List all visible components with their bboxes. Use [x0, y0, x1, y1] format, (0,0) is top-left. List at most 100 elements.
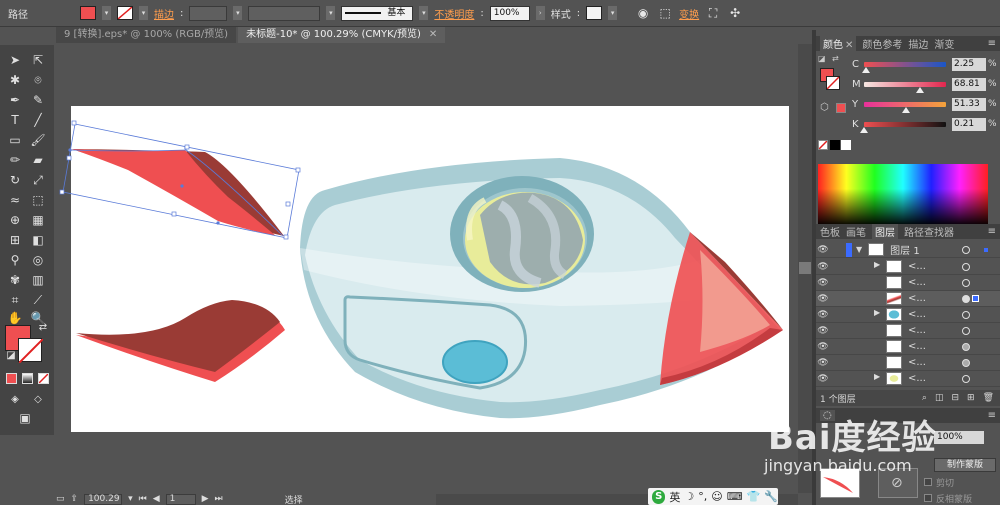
line-tool-icon[interactable]: ╱ [29, 111, 47, 129]
more-options-icon[interactable]: ✣ [727, 5, 743, 21]
visibility-eye-icon[interactable]: 👁 [816, 310, 830, 320]
none-swatch[interactable] [818, 140, 828, 150]
visibility-eye-icon[interactable]: 👁 [816, 374, 830, 384]
paintbrush-tool-icon[interactable]: 🖌 [29, 131, 47, 149]
vertical-scroll-thumb[interactable] [799, 262, 811, 274]
last-page-icon[interactable]: ⏭ [215, 494, 223, 504]
magenta-slider[interactable] [864, 81, 946, 93]
out-of-gamut-icon[interactable]: ⬡ [820, 102, 829, 113]
layer-row[interactable]: 👁 ▼ 图层 1 [816, 242, 1000, 258]
magenta-value[interactable]: 68.81 [952, 77, 986, 91]
eyedropper-tool-icon[interactable]: ⚲ [6, 251, 24, 269]
upper-fin[interactable] [72, 149, 284, 236]
warp-tool-icon[interactable]: ≈ [6, 191, 24, 209]
default-colors-icon[interactable]: ◪ [2, 347, 20, 365]
eraser-tool-icon[interactable]: ▰ [29, 151, 47, 169]
tab-pathfinder[interactable]: 路径查找器 [904, 224, 954, 239]
cyan-slider-thumb[interactable] [861, 66, 870, 73]
target-icon[interactable] [962, 311, 970, 319]
fill-dropdown[interactable]: ▾ [102, 6, 111, 20]
align-icon[interactable]: ⬚ [657, 5, 673, 21]
visibility-eye-icon[interactable]: 👁 [816, 294, 830, 304]
punctuation-icon[interactable]: °, [698, 490, 707, 503]
sogou-icon[interactable]: S [652, 489, 666, 504]
isolate-icon[interactable]: ⛶ [705, 5, 721, 21]
expand-arrow-icon[interactable]: ▶ [874, 260, 880, 269]
moon-icon[interactable]: ☽ [684, 490, 694, 503]
magic-wand-tool-icon[interactable]: ✱ [6, 71, 24, 89]
screen-mode-icon[interactable]: ▣ [16, 409, 34, 427]
prev-page-icon[interactable]: ◀ [153, 494, 160, 504]
draw-normal-icon[interactable]: ◈ [6, 391, 24, 409]
tab-gradient[interactable]: 渐变 [934, 36, 954, 51]
free-transform-tool-icon[interactable]: ⬚ [29, 191, 47, 209]
symbol-sprayer-tool-icon[interactable]: ✾ [6, 271, 24, 289]
expand-arrow-icon[interactable]: ▶ [874, 372, 880, 381]
swap-colors-icon[interactable]: ⇄ [34, 319, 52, 337]
sublayer-row[interactable]: 👁 <... [816, 275, 1000, 291]
visibility-eye-icon[interactable]: 👁 [816, 262, 830, 272]
expand-arrow-icon[interactable]: ▶ [874, 308, 880, 317]
target-icon[interactable] [962, 327, 970, 335]
curvature-tool-icon[interactable]: ✎ [29, 91, 47, 109]
sublayer-row[interactable]: 👁 ▶ <... [816, 307, 1000, 323]
mini-swatch[interactable] [836, 103, 846, 113]
type-tool-icon[interactable]: T [6, 111, 24, 129]
stroke-color-box[interactable] [18, 338, 44, 364]
visibility-eye-icon[interactable]: 👁 [816, 326, 830, 336]
lasso-tool-icon[interactable]: ⌾ [29, 71, 47, 89]
layer-name[interactable]: 图层 1 [890, 242, 920, 257]
stroke-swatch[interactable] [117, 6, 133, 20]
export-icon[interactable]: ⇪ [71, 494, 79, 504]
panel-menu-icon[interactable]: ≡ [988, 226, 1000, 237]
column-graph-tool-icon[interactable]: ▥ [29, 271, 47, 289]
mesh-tool-icon[interactable]: ⊞ [6, 231, 24, 249]
variable-width-dropdown[interactable]: ▾ [326, 6, 336, 20]
target-icon[interactable] [962, 359, 970, 367]
gradient-mode-button[interactable] [22, 373, 33, 384]
black-slider-thumb[interactable] [860, 126, 869, 133]
tab-document-2[interactable]: 未标题-10* @ 100.29% (CMYK/预览) ✕ [238, 27, 446, 43]
visibility-eye-icon[interactable]: 👁 [816, 245, 830, 255]
selection-tool-icon[interactable]: ➤ [6, 51, 24, 69]
perspective-grid-tool-icon[interactable]: ▦ [29, 211, 47, 229]
default-colors-icon[interactable]: ◪ [818, 54, 826, 63]
target-icon[interactable] [962, 295, 970, 303]
tools-icon[interactable]: 🔧 [764, 490, 778, 503]
brush-profile-dropdown[interactable]: ▾ [419, 6, 429, 20]
graphic-style-dropdown[interactable]: ▾ [608, 6, 618, 20]
rotate-tool-icon[interactable]: ↻ [6, 171, 24, 189]
blend-tool-icon[interactable]: ◎ [29, 251, 47, 269]
visibility-eye-icon[interactable]: 👁 [816, 278, 830, 288]
slice-tool-icon[interactable]: ⟋ [29, 291, 47, 309]
variable-width-field[interactable] [248, 5, 321, 21]
selected-art-indicator[interactable] [972, 295, 979, 302]
yellow-slider[interactable] [864, 101, 946, 113]
tab-layers[interactable]: 图层 [872, 224, 898, 239]
color-mode-button[interactable] [6, 373, 17, 384]
fill-swatch[interactable] [80, 6, 96, 20]
stroke-weight-field[interactable] [189, 5, 228, 21]
transform-link[interactable]: 变换 [679, 6, 699, 21]
opacity-stepper[interactable]: › [535, 6, 545, 20]
graphic-style-swatch[interactable] [586, 6, 603, 20]
yellow-slider-thumb[interactable] [902, 106, 911, 113]
visibility-eye-icon[interactable]: 👁 [816, 358, 830, 368]
pencil-tool-icon[interactable]: ✏ [6, 151, 24, 169]
color-stroke-box[interactable] [826, 76, 840, 90]
yellow-value[interactable]: 51.33 [952, 97, 986, 111]
black-swatch[interactable] [830, 140, 840, 150]
color-spectrum[interactable] [818, 164, 988, 226]
target-icon[interactable] [962, 343, 970, 351]
swap-colors-icon[interactable]: ⇄ [832, 54, 839, 63]
invert-mask-checkbox[interactable] [924, 494, 932, 502]
panel-menu-icon[interactable]: ≡ [988, 38, 1000, 49]
zoom-dropdown-icon[interactable]: ▾ [128, 494, 133, 504]
sublayer-row[interactable]: 👁 <... [816, 339, 1000, 355]
tab-swatches[interactable]: 色板 [820, 224, 840, 239]
shape-builder-tool-icon[interactable]: ⊕ [6, 211, 24, 229]
lower-fin[interactable] [76, 300, 285, 382]
draw-inside-icon[interactable]: ◇ [29, 391, 47, 409]
rocket-body[interactable] [300, 158, 783, 419]
black-value[interactable]: 0.21 [952, 117, 986, 131]
